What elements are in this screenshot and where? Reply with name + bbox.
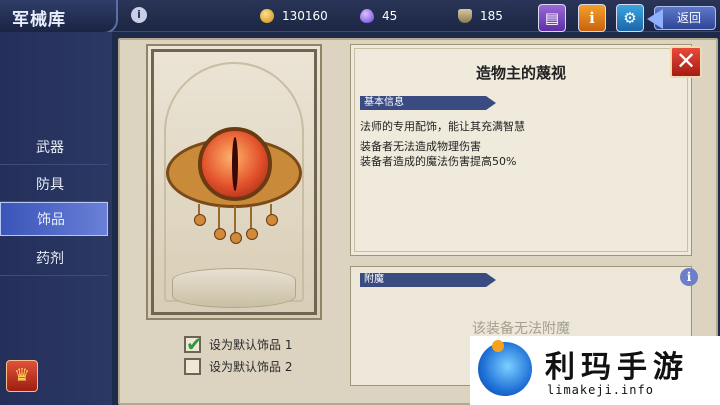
book-icon: ▤ <box>544 9 560 27</box>
basic-info-ribbon: 基本信息 <box>360 96 496 110</box>
close-button[interactable]: ✕ <box>670 46 702 78</box>
item-description-line: 装备者造成的魔法伤害提高50% <box>360 155 517 168</box>
crystal-resource: 45 <box>360 7 397 25</box>
nav-item-label: 防具 <box>36 177 64 193</box>
gold-resource: 130160 <box>260 7 328 25</box>
amulet-charm <box>246 206 258 240</box>
nav-item-weapons[interactable]: 武器 <box>0 131 108 165</box>
shield-resource: 185 <box>458 7 503 25</box>
gold-coin-icon <box>260 9 274 23</box>
watermark-text: 利玛手游 <box>545 350 689 385</box>
enchant-label: 附魔 <box>364 274 384 285</box>
item-name: 造物主的蔑视 <box>475 64 566 82</box>
crystal-icon <box>360 9 374 23</box>
item-description-line: 法师的专用配饰，能让其充满智慧 <box>360 120 525 133</box>
default-accessory-1-option[interactable]: 设为默认饰品 1 <box>184 332 293 356</box>
back-button[interactable]: 返回 <box>647 6 716 30</box>
nav-item-accessories[interactable]: 饰品 <box>0 202 108 236</box>
nav-item-label: 武器 <box>36 140 64 156</box>
title-plate: 军械库 <box>0 0 118 34</box>
enchant-empty-text: 该装备无法附魔 <box>472 321 570 337</box>
watermark-logo-dot <box>492 340 504 352</box>
amulet-charm <box>214 206 226 240</box>
watermark-url: limakeji.info <box>547 383 654 397</box>
crystal-value: 45 <box>382 9 398 23</box>
page-title: 军械库 <box>12 10 66 30</box>
basic-info-label: 基本信息 <box>364 97 404 108</box>
shield-icon <box>458 9 472 23</box>
trophy-icon: ♛ <box>13 365 31 386</box>
eye-pupil <box>232 137 238 191</box>
info-icon: i <box>686 270 692 284</box>
item-description-line: 装备者无法造成物理伤害 <box>360 140 481 153</box>
default-accessory-1-label: 设为默认饰品 1 <box>209 338 293 352</box>
nav-item-potions[interactable]: 药剂 <box>0 242 108 276</box>
gear-icon: ⚙ <box>623 9 637 27</box>
info-button[interactable]: i <box>578 4 606 32</box>
gold-value: 130160 <box>282 9 328 23</box>
default-accessory-1-checkbox[interactable] <box>184 332 203 356</box>
default-accessory-2-label: 设为默认饰品 2 <box>209 360 293 374</box>
back-arrow-icon <box>647 9 663 29</box>
nav-item-armor[interactable]: 防具 <box>0 168 108 202</box>
watermark-logo <box>478 342 532 396</box>
trophy-button[interactable]: ♛ <box>6 360 38 392</box>
back-label: 返回 <box>677 11 702 25</box>
default-accessory-2-checkbox[interactable] <box>184 358 201 375</box>
category-sidebar: 武器 防具 饰品 药剂 <box>0 32 112 405</box>
pedestal-image <box>172 268 296 308</box>
nav-item-label: 药剂 <box>36 251 64 267</box>
enchant-info-button[interactable]: i <box>680 268 698 286</box>
book-button[interactable]: ▤ <box>538 4 566 32</box>
nav-item-label: 饰品 <box>37 212 65 228</box>
settings-button[interactable]: ⚙ <box>616 4 644 32</box>
info-mark-icon: i <box>589 9 595 27</box>
default-accessory-2-option[interactable]: 设为默认饰品 2 <box>184 358 292 375</box>
amulet-charm <box>230 206 242 244</box>
info-icon[interactable]: i <box>131 7 147 23</box>
amulet-charm <box>266 204 278 226</box>
close-icon: ✕ <box>675 47 697 75</box>
amulet-charm <box>194 204 206 226</box>
enchant-ribbon: 附魔 <box>360 273 496 287</box>
shield-value: 185 <box>480 9 503 23</box>
